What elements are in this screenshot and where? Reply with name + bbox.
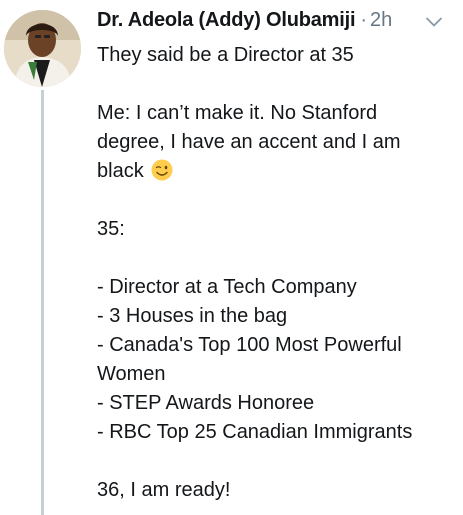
tweet-line-with-emoji: black bbox=[97, 157, 457, 186]
tweet-line: - Canada's Top 100 Most Powerful bbox=[97, 334, 402, 356]
tweet-text: They said be a Director at 35 Me: I can’… bbox=[97, 41, 457, 505]
tweet-line: - STEP Awards Honoree bbox=[97, 392, 315, 414]
tweet-line-text: black bbox=[97, 160, 144, 182]
tweet-line: - Director at a Tech Company bbox=[97, 276, 357, 298]
tweet-line: 35: bbox=[97, 218, 125, 240]
tweet-line: They said be a Director at 35 bbox=[97, 44, 354, 66]
tweet-line: - RBC Top 25 Canadian Immigrants bbox=[97, 421, 413, 443]
tweet-line: 36, I am ready! bbox=[97, 479, 231, 501]
chevron-down-icon[interactable] bbox=[425, 16, 443, 28]
avatar[interactable] bbox=[4, 10, 81, 87]
winking-face-emoji-icon bbox=[151, 159, 173, 181]
tweet[interactable]: Dr. Adeola (Addy) Olubamiji · 2h They sa… bbox=[0, 0, 463, 515]
tweet-header: Dr. Adeola (Addy) Olubamiji · 2h bbox=[97, 9, 392, 37]
tweet-line: Women bbox=[97, 363, 166, 385]
separator-dot: · bbox=[360, 9, 368, 31]
timestamp[interactable]: 2h bbox=[370, 9, 392, 32]
author-name[interactable]: Dr. Adeola (Addy) Olubamiji bbox=[97, 9, 356, 32]
tweet-line: Me: I can’t make it. No Stanford bbox=[97, 102, 378, 124]
tweet-line: - 3 Houses in the bag bbox=[97, 305, 288, 327]
thread-line bbox=[41, 90, 44, 515]
tweet-line: degree, I have an accent and I am bbox=[97, 131, 401, 153]
